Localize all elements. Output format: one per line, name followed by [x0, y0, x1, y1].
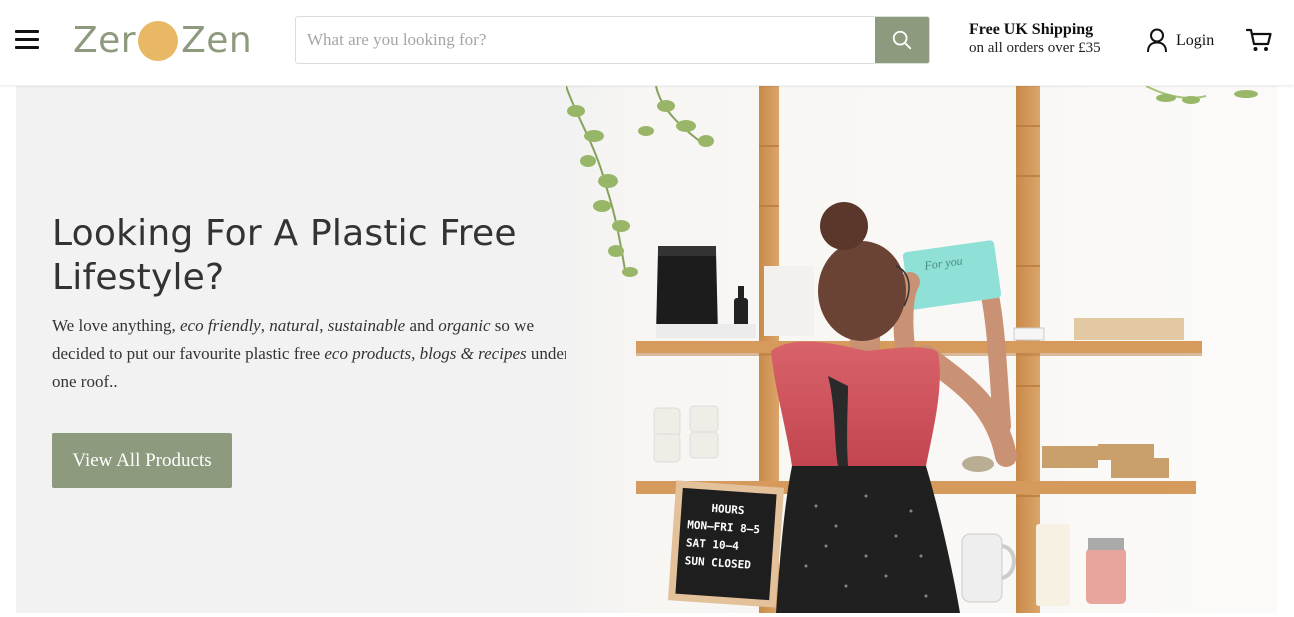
hero-text-emphasis: eco products, blogs & recipes	[324, 344, 527, 363]
search-icon	[892, 30, 912, 50]
shipping-title: Free UK Shipping	[969, 21, 1094, 38]
logo-word-zer: Zer	[73, 20, 137, 61]
hero-text-part: We love anything,	[52, 316, 180, 335]
hero-image: HOURS MON–FRI 8–5 SAT 10–4 SUN CLOSED Fo…	[566, 86, 1277, 613]
user-icon	[1147, 28, 1167, 53]
hero-copy: Looking For A Plastic Free Lifestyle? We…	[52, 212, 582, 396]
login-link[interactable]: Login	[1146, 28, 1214, 53]
hero-text-emphasis: sustainable	[327, 316, 406, 335]
logo-word-zen: Zen	[181, 20, 253, 61]
hero-description: We love anything, eco friendly, natural,…	[52, 312, 572, 396]
cart-icon	[1245, 28, 1272, 51]
login-label: Login	[1176, 31, 1215, 49]
hero-text-emphasis: eco friendly	[180, 316, 261, 335]
search-button[interactable]	[875, 17, 929, 63]
view-all-products-button[interactable]: View All Products	[52, 433, 232, 488]
site-logo[interactable]: Zer Zen	[73, 18, 252, 64]
shipping-subtitle: on all orders over £35	[969, 40, 1101, 56]
hero-title: Looking For A Plastic Free Lifestyle?	[52, 213, 517, 298]
logo-sun-dot	[138, 21, 179, 61]
search-bar	[295, 16, 930, 64]
hero-banner: Looking For A Plastic Free Lifestyle? We…	[16, 86, 1277, 613]
free-shipping-notice: Free UK Shipping on all orders over £35	[969, 20, 1101, 58]
hamburger-menu-icon[interactable]	[15, 30, 39, 50]
hero-text-emphasis: organic	[438, 316, 491, 335]
hero-text-part: and	[405, 316, 439, 335]
cart-button[interactable]	[1245, 27, 1272, 58]
site-header: Zer Zen Free UK Shipping on all orders o…	[0, 0, 1294, 85]
hero-text-part: ,	[319, 316, 328, 335]
hero-text-part: ,	[260, 316, 270, 335]
hero-text-emphasis: natural	[269, 316, 320, 335]
search-input[interactable]	[296, 17, 875, 63]
hours-letter-board: HOURS MON–FRI 8–5 SAT 10–4 SUN CLOSED	[667, 480, 785, 608]
letter-board-line: HOURS	[711, 502, 745, 517]
